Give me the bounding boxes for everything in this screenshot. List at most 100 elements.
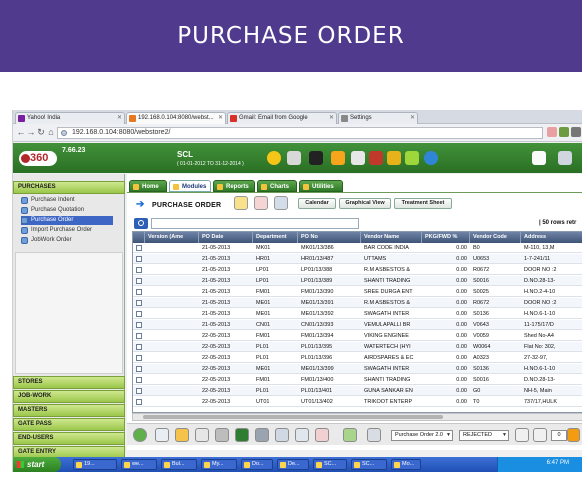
sidebar-group-stores[interactable]: STORES: [13, 376, 125, 389]
table-row[interactable]: 22-05-2013 PL01 PL01/13/395 WATERTECH (HYI 0…: [133, 342, 582, 352]
column-header-po-no[interactable]: PO No: [298, 232, 361, 243]
status-select[interactable]: REJECTED ▼: [459, 430, 509, 441]
browser-tab-gmail[interactable]: Gmail: Email from Google ✕: [227, 112, 337, 124]
chat-icon[interactable]: [424, 151, 438, 165]
row-checkbox[interactable]: [136, 333, 142, 339]
table-row[interactable]: 21-05-2013 FM01 FM01/13/390 SREE DURGA ENT 0…: [133, 287, 582, 297]
search-input[interactable]: [151, 218, 359, 229]
column-header-department[interactable]: Department: [253, 232, 298, 243]
bulb-icon[interactable]: [267, 151, 281, 165]
tab-modules[interactable]: Modules: [169, 180, 211, 192]
approve-icon[interactable]: [195, 428, 209, 442]
table-row[interactable]: 21-05-2013 CN01 CN01/13/393 VEMULAPALLI BR 0…: [133, 320, 582, 330]
calendar-button[interactable]: Calendar: [298, 198, 336, 209]
close-icon[interactable]: ✕: [218, 113, 223, 123]
bell-icon[interactable]: [331, 151, 345, 165]
sidebar-item-jobwork-order[interactable]: JobWork Order: [21, 236, 72, 245]
sidebar-group-gate-pass[interactable]: GATE PASS: [13, 418, 125, 431]
tab-home[interactable]: Home: [129, 180, 167, 192]
sidebar-item-purchase-indent[interactable]: Purchase Indent: [21, 196, 75, 205]
sidebar-group-masters[interactable]: MASTERS: [13, 404, 125, 417]
terminal-icon[interactable]: [309, 151, 323, 165]
row-checkbox[interactable]: [136, 355, 142, 361]
table-row[interactable]: 22-05-2013 ME01 ME01/13/399 SWAGATH INTER 0.…: [133, 364, 582, 374]
sidebar-group-job-work[interactable]: JOB-WORK: [13, 390, 125, 403]
taskbar-item[interactable]: we...: [121, 459, 157, 470]
column-header-po-date[interactable]: PO Date: [199, 232, 253, 243]
row-checkbox[interactable]: [136, 289, 142, 295]
delete-icon[interactable]: [215, 428, 229, 442]
browser-tab-yahoo[interactable]: Yahoo! India ✕: [15, 112, 125, 124]
treatment-sheet-button[interactable]: Treatment Sheet: [394, 198, 452, 209]
column-header-address[interactable]: Address: [521, 232, 582, 243]
page-input[interactable]: 0: [551, 430, 567, 441]
taskbar-item[interactable]: SC...: [313, 459, 347, 470]
screen-icon[interactable]: [274, 196, 288, 210]
sidebar-item-purchase-order[interactable]: Purchase Order: [21, 216, 113, 225]
close-icon[interactable]: ✕: [117, 113, 122, 123]
table-row[interactable]: 21-05-2013 MK01 MK01/13/386 BAR CODE INDIA 0…: [133, 243, 582, 253]
pdf-icon[interactable]: [254, 196, 268, 210]
back-icon[interactable]: ←: [16, 127, 26, 138]
table-row[interactable]: 21-05-2013 LP01 LP01/13/388 R.M ASBESTOS & 0…: [133, 265, 582, 275]
table-row[interactable]: 21-05-2013 ME01 ME01/13/392 SWAGATH INTER 0.…: [133, 309, 582, 319]
tab-utilities[interactable]: Utilities: [299, 180, 343, 192]
graphical-view-button[interactable]: Graphical View: [339, 198, 391, 209]
extension-icon[interactable]: [559, 127, 569, 137]
close-icon[interactable]: ✕: [410, 113, 415, 123]
taskbar-item[interactable]: 19...: [73, 459, 117, 470]
column-header-vendor-name[interactable]: Vendor Name: [361, 232, 422, 243]
taskbar-item[interactable]: De...: [277, 459, 309, 470]
close-icon[interactable]: ✕: [329, 113, 334, 123]
refresh-icon[interactable]: [369, 151, 383, 165]
row-checkbox[interactable]: [136, 377, 142, 383]
window-icon[interactable]: [558, 151, 572, 165]
row-checkbox[interactable]: [136, 366, 142, 372]
search-icon[interactable]: [134, 218, 148, 229]
wrench-icon[interactable]: [571, 127, 581, 137]
tab-charts[interactable]: Charts: [257, 180, 297, 192]
browser-tab-settings[interactable]: Settings ✕: [338, 112, 418, 124]
print-icon[interactable]: [255, 428, 269, 442]
printer-icon[interactable]: [287, 151, 301, 165]
column-header-version[interactable]: Version (Ame: [145, 232, 199, 243]
start-button[interactable]: start: [13, 457, 61, 472]
excel-icon[interactable]: [235, 428, 249, 442]
row-checkbox[interactable]: [136, 278, 142, 284]
prev-page-icon[interactable]: [515, 428, 529, 442]
edit-icon[interactable]: [155, 428, 169, 442]
report-icon[interactable]: [343, 428, 357, 442]
table-row[interactable]: 22-05-2013 UT01 UT01/13/402 TRIKOOT ENTERP 0…: [133, 397, 582, 407]
column-header-pkg-fwd[interactable]: PKG/FWD %: [422, 232, 470, 243]
document-version-select[interactable]: Purchase Order 2.0 ▼: [391, 430, 453, 441]
filter-icon[interactable]: [533, 428, 547, 442]
next-page-icon[interactable]: [567, 428, 580, 442]
taskbar-item[interactable]: My...: [201, 459, 237, 470]
sidebar-item-import-purchase-order[interactable]: Import Purchase Order: [21, 226, 92, 235]
sidebar-item-purchase-quotation[interactable]: Purchase Quotation: [21, 206, 84, 215]
home-icon[interactable]: ⌂: [46, 127, 56, 138]
add-document-icon[interactable]: [234, 196, 248, 210]
row-checkbox[interactable]: [136, 322, 142, 328]
forward-icon[interactable]: →: [26, 127, 36, 138]
address-bar[interactable]: 192.168.0.104:8080/webstore2/: [57, 127, 543, 139]
row-checkbox[interactable]: [136, 300, 142, 306]
sidebar-group-purchases[interactable]: PURCHASES: [13, 181, 125, 194]
home-icon[interactable]: [351, 151, 365, 165]
note-icon[interactable]: [405, 151, 419, 165]
row-checkbox[interactable]: [136, 267, 142, 273]
column-header-vendor-code[interactable]: Vendor Code: [470, 232, 521, 243]
taskbar-item[interactable]: Bul...: [161, 459, 197, 470]
scrollbar-thumb[interactable]: [143, 415, 443, 419]
horizontal-scrollbar[interactable]: [132, 413, 582, 421]
column-header-select[interactable]: [133, 232, 145, 243]
table-row[interactable]: 21-05-2013 HR01 HR01/13/487 UTTAMS 0.00 U0653…: [133, 254, 582, 264]
table-row[interactable]: 22-05-2013 FM01 FM01/13/394 VIKING ENGINEE 0…: [133, 331, 582, 341]
attach-icon[interactable]: [175, 428, 189, 442]
row-checkbox[interactable]: [136, 344, 142, 350]
row-checkbox[interactable]: [136, 311, 142, 317]
browser-tab-webstore[interactable]: 192.168.0.104:8080/webst... ✕: [126, 112, 226, 124]
notepad-icon[interactable]: [532, 151, 546, 165]
tab-reports[interactable]: Reports: [213, 180, 255, 192]
row-checkbox[interactable]: [136, 399, 142, 405]
